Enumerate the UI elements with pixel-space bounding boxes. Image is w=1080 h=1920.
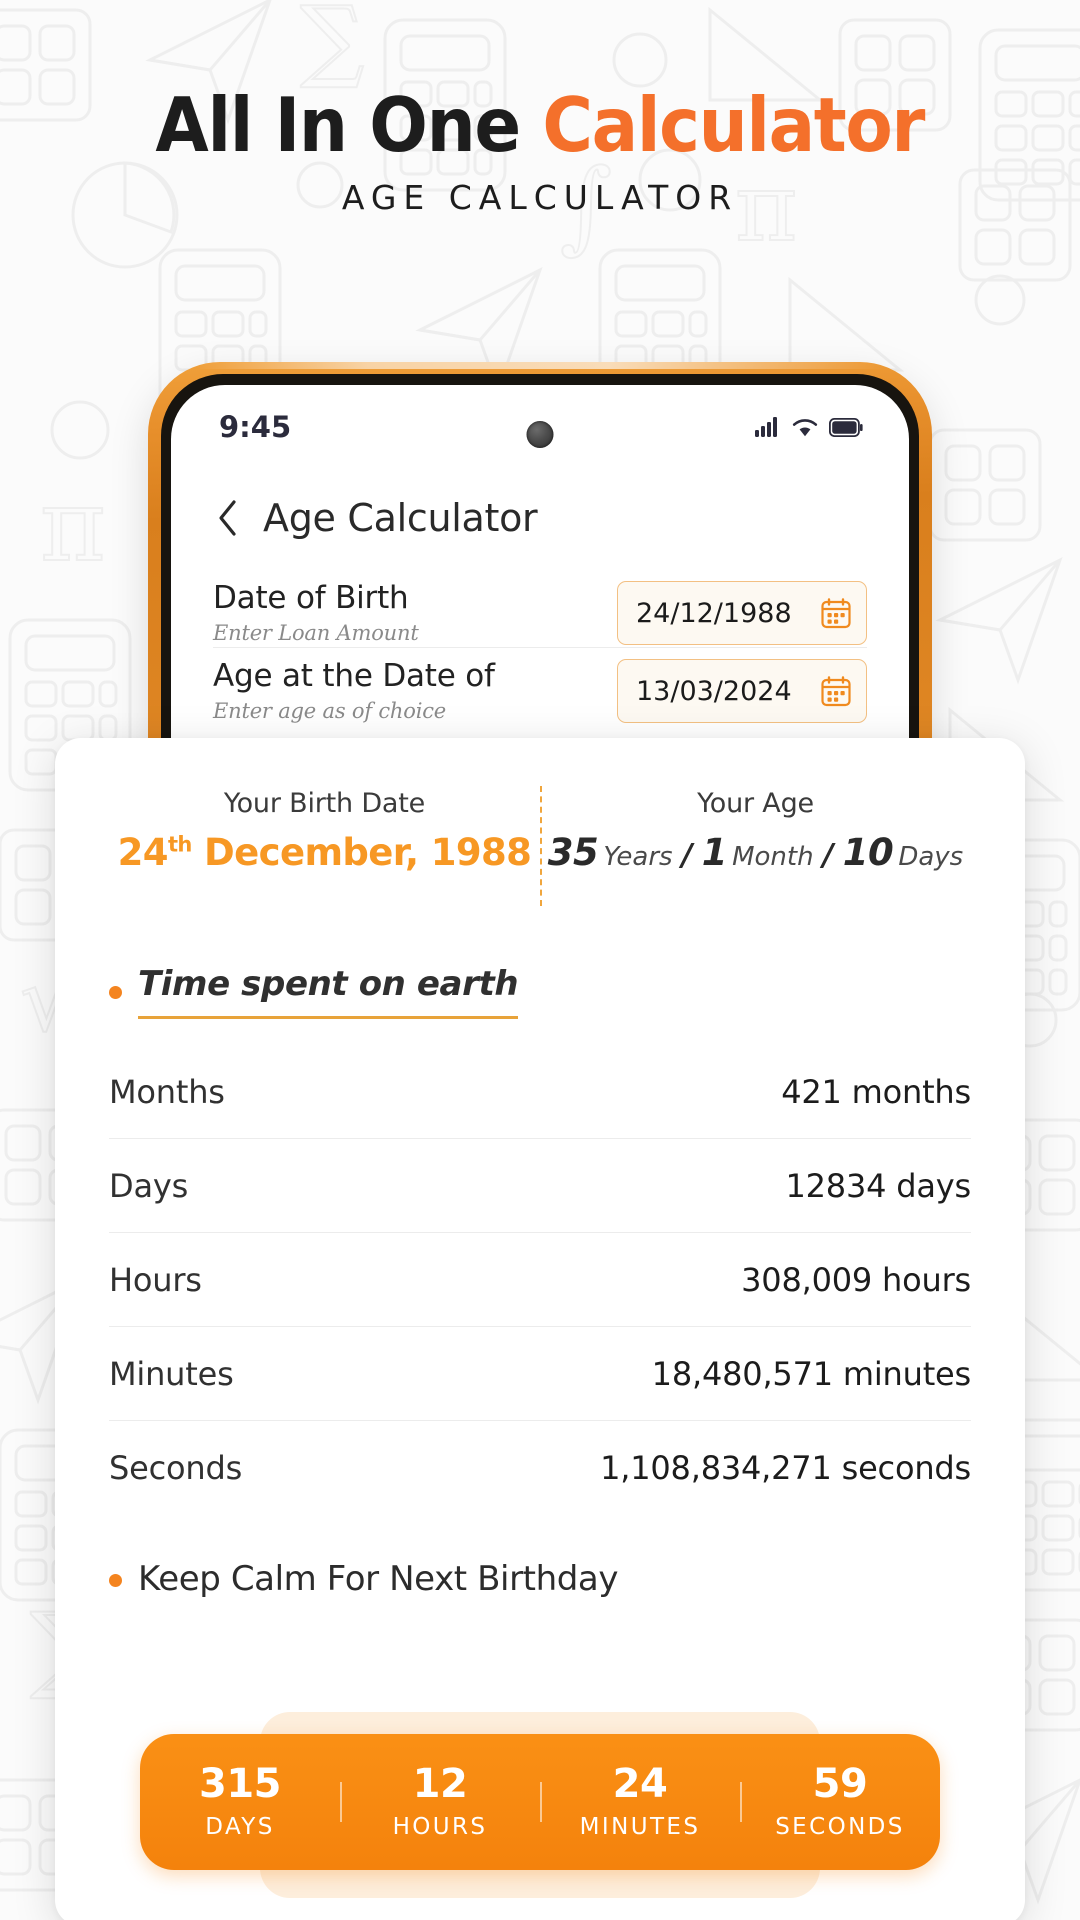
calendar-icon[interactable] — [820, 675, 852, 707]
birth-day-number: 24 — [117, 831, 169, 874]
date-of-birth-input[interactable]: 24/12/1988 — [617, 581, 867, 645]
stat-value: 1,108,834,271 seconds — [600, 1449, 971, 1487]
status-bar: 9:45 — [171, 385, 909, 469]
field-label: Age at the Date of — [213, 658, 495, 695]
birth-date-column: Your Birth Date 24th December, 1988 — [109, 782, 540, 906]
next-birthday-section-header: Keep Calm For Next Birthday — [109, 1559, 971, 1599]
title-part-primary: All In One — [155, 81, 543, 169]
chevron-left-icon[interactable] — [215, 498, 241, 538]
table-row: Seconds 1,108,834,271 seconds — [109, 1421, 971, 1515]
age-column: Your Age 35 Years / 1 Month / 10 Days — [540, 782, 971, 906]
battery-icon — [829, 417, 863, 437]
countdown-unit: DAYS — [205, 1814, 275, 1840]
age-days-unit: Days — [898, 842, 964, 872]
signal-icon — [755, 417, 781, 437]
stat-label: Hours — [109, 1260, 202, 1299]
time-spent-section-header: Time spent on earth — [109, 964, 971, 1019]
table-row: Minutes 18,480,571 minutes — [109, 1327, 971, 1421]
status-time: 9:45 — [219, 410, 292, 444]
age-label: Your Age — [697, 788, 814, 819]
app-header: Age Calculator — [171, 481, 909, 555]
stat-value: 308,009 hours — [741, 1260, 971, 1299]
countdown-item-seconds: 59 SECONDS — [740, 1764, 940, 1840]
summary-section: Your Birth Date 24th December, 1988 Your… — [109, 782, 971, 906]
stat-value: 12834 days — [785, 1166, 971, 1205]
stat-label: Months — [109, 1072, 225, 1111]
stat-label: Days — [109, 1166, 189, 1205]
field-divider — [213, 647, 867, 648]
table-row: Hours 308,009 hours — [109, 1233, 971, 1327]
result-card: Your Birth Date 24th December, 1988 Your… — [55, 738, 1025, 1920]
countdown-unit: SECONDS — [775, 1814, 905, 1840]
countdown-number: 12 — [412, 1761, 468, 1807]
age-years-unit: Years — [603, 842, 673, 872]
countdown-number: 315 — [199, 1761, 282, 1807]
field-text-group: Date of Birth Enter Loan Amount — [213, 581, 419, 645]
countdown-unit: HOURS — [392, 1814, 488, 1840]
stat-value: 18,480,571 minutes — [651, 1354, 972, 1393]
promo-graphic: ∑ ∫ π π √ All In One Calculator AGE CALC… — [0, 0, 1080, 1920]
camera-punch-hole — [526, 421, 554, 448]
page-subtitle: AGE CALCULATOR — [341, 178, 739, 217]
time-spent-title: Time spent on earth — [138, 964, 519, 1019]
field-row-age-at-date: Age at the Date of Enter age as of choic… — [171, 659, 909, 723]
status-icons — [755, 417, 863, 437]
calendar-icon[interactable] — [820, 597, 852, 629]
stat-label: Seconds — [109, 1449, 243, 1487]
field-text-group: Age at the Date of Enter age as of choic… — [213, 659, 495, 723]
countdown-unit: MINUTES — [579, 1814, 701, 1840]
stat-value: 421 months — [781, 1072, 971, 1111]
svg-text:π: π — [40, 467, 106, 584]
field-sublabel: Enter Loan Amount — [213, 620, 419, 645]
age-days-number: 10 — [842, 831, 894, 874]
age-value: 35 Years / 1 Month / 10 Days — [540, 831, 971, 874]
wifi-icon — [792, 417, 818, 437]
birth-month-year: December, 1988 — [191, 831, 532, 874]
countdown-bar: 315 DAYS 12 HOURS 24 MINUTES 59 SECONDS — [140, 1734, 940, 1870]
stat-label: Minutes — [109, 1354, 234, 1393]
age-separator-2: / — [822, 838, 834, 873]
countdown-item-days: 315 DAYS — [140, 1764, 340, 1840]
birth-date-label: Your Birth Date — [223, 788, 426, 819]
birth-date-value: 24th December, 1988 — [109, 831, 540, 874]
age-months-unit: Month — [732, 842, 814, 872]
countdown-area: 315 DAYS 12 HOURS 24 MINUTES 59 SECONDS — [55, 1712, 1025, 1898]
time-spent-stats-table: Months 421 months Days 12834 days Hours … — [109, 1045, 971, 1515]
app-screen-title: Age Calculator — [263, 496, 538, 540]
age-months-number: 1 — [701, 831, 728, 874]
summary-divider — [540, 786, 542, 906]
date-of-birth-value: 24/12/1988 — [636, 597, 792, 629]
countdown-number: 24 — [612, 1761, 668, 1807]
countdown-item-minutes: 24 MINUTES — [540, 1764, 740, 1840]
table-row: Months 421 months — [109, 1045, 971, 1139]
page-title: All In One Calculator — [0, 88, 1080, 163]
title-part-accent: Calculator — [542, 81, 926, 169]
age-at-date-input[interactable]: 13/03/2024 — [617, 659, 867, 723]
age-separator-1: / — [681, 838, 693, 873]
field-sublabel: Enter age as of choice — [213, 698, 446, 723]
countdown-number: 59 — [812, 1761, 868, 1807]
field-label: Date of Birth — [213, 580, 409, 617]
birth-day-ordinal: th — [167, 832, 192, 857]
age-years-number: 35 — [547, 831, 599, 874]
bullet-icon — [109, 986, 122, 999]
next-birthday-title: Keep Calm For Next Birthday — [138, 1559, 619, 1599]
table-row: Days 12834 days — [109, 1139, 971, 1233]
age-at-date-value: 13/03/2024 — [636, 675, 792, 707]
svg-text:∑: ∑ — [300, 0, 364, 92]
field-row-date-of-birth: Date of Birth Enter Loan Amount 24/12/19… — [171, 581, 909, 645]
bullet-icon — [109, 1573, 122, 1587]
countdown-item-hours: 12 HOURS — [340, 1764, 540, 1840]
